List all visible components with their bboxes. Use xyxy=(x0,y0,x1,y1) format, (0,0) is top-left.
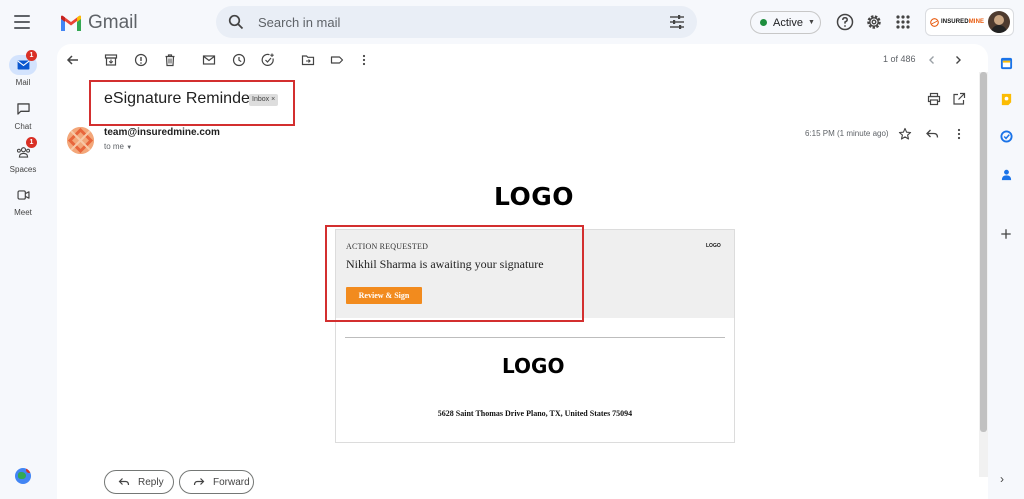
add-task-icon[interactable] xyxy=(261,53,275,67)
settings-gear-icon[interactable] xyxy=(865,13,883,31)
more-vertical-icon[interactable] xyxy=(357,53,371,67)
nav-label-chat: Chat xyxy=(14,122,32,131)
nav-label-meet: Meet xyxy=(14,208,32,217)
apps-grid-icon[interactable] xyxy=(894,13,912,31)
search-input[interactable] xyxy=(258,14,638,30)
gmail-logo[interactable]: Gmail xyxy=(60,12,138,34)
tasks-icon xyxy=(999,129,1013,143)
reply-icon[interactable] xyxy=(925,127,939,141)
sender-email[interactable]: team@insuredmine.com xyxy=(104,127,220,138)
brand-logo-icon xyxy=(930,17,939,27)
mark-unread-icon[interactable] xyxy=(202,53,216,67)
reply-label: Reply xyxy=(138,476,164,488)
calendar-addon[interactable] xyxy=(994,51,1018,75)
nav-label-mail: Mail xyxy=(15,78,31,87)
snooze-clock-icon[interactable] xyxy=(232,53,246,67)
app-name: Gmail xyxy=(88,12,138,33)
action-highlight-box xyxy=(325,225,584,322)
company-address: 5628 Saint Thomas Drive Plano, TX, Unite… xyxy=(437,409,633,418)
status-dot xyxy=(760,19,767,26)
forward-label: Forward xyxy=(213,476,250,488)
subject-highlight-box xyxy=(89,80,295,126)
help-icon[interactable] xyxy=(836,13,854,31)
delete-trash-icon[interactable] xyxy=(163,53,177,67)
message-panel: 1 of 486 eSignature Reminder Inbox × tea… xyxy=(57,44,988,499)
star-icon[interactable] xyxy=(898,127,912,141)
card-mini-logo: LOGO xyxy=(706,243,721,249)
label-tag-icon[interactable] xyxy=(330,53,344,67)
get-addons-button[interactable] xyxy=(994,222,1018,246)
main-menu-icon[interactable] xyxy=(12,12,32,32)
chevron-left-icon[interactable] xyxy=(925,53,939,67)
message-more-vertical-icon[interactable] xyxy=(952,127,966,141)
calendar-icon xyxy=(1000,57,1012,69)
pagination-count: 1 of 486 xyxy=(883,54,916,64)
google-earth-icon[interactable] xyxy=(15,468,31,484)
mail-unread-badge: 1 xyxy=(26,50,37,61)
scrollbar-thumb[interactable] xyxy=(980,72,987,432)
open-in-new-window-icon[interactable] xyxy=(952,92,966,106)
mail-icon xyxy=(17,60,29,70)
account-avatar[interactable] xyxy=(988,11,1010,33)
email-footer-logo: LOGO xyxy=(502,354,565,378)
video-camera-icon xyxy=(16,190,30,200)
move-to-folder-icon[interactable] xyxy=(301,53,315,67)
message-timestamp: 6:15 PM (1 minute ago) xyxy=(805,129,889,138)
contacts-icon xyxy=(1001,169,1011,180)
top-bar: Gmail Active ▼ xyxy=(0,0,1024,44)
keep-addon[interactable] xyxy=(994,87,1018,111)
sender-avatar[interactable] xyxy=(67,127,94,154)
expand-side-panel-icon[interactable]: › xyxy=(1000,472,1004,486)
report-spam-icon[interactable] xyxy=(134,53,148,67)
forward-button[interactable]: Forward xyxy=(179,470,254,494)
forward-arrow-icon xyxy=(193,478,205,486)
contacts-addon[interactable] xyxy=(994,162,1018,186)
nav-label-spaces: Spaces xyxy=(9,165,37,174)
print-icon[interactable] xyxy=(927,92,941,106)
search-icon[interactable] xyxy=(228,14,244,30)
plus-icon xyxy=(1001,229,1011,239)
nav-item-mail[interactable]: 1 Mail xyxy=(0,50,46,87)
recipient-details[interactable]: to me ▼ xyxy=(104,142,132,151)
gmail-m-icon xyxy=(61,15,81,31)
message-scrollbar[interactable] xyxy=(979,72,988,477)
reply-button[interactable]: Reply xyxy=(104,470,174,494)
archive-icon[interactable] xyxy=(104,53,118,67)
nav-pill-mail: 1 xyxy=(9,50,37,75)
status-label: Active xyxy=(773,16,803,29)
spaces-icon xyxy=(16,146,30,158)
card-divider xyxy=(345,337,725,338)
spaces-unread-badge: 1 xyxy=(26,137,37,148)
nav-item-spaces[interactable]: 1 Spaces xyxy=(0,137,46,174)
chat-icon xyxy=(16,103,30,115)
nav-rail: 1 Mail Chat 1 Spaces Meet xyxy=(0,44,46,499)
search-options-icon[interactable] xyxy=(669,14,685,30)
search-bar[interactable] xyxy=(216,6,697,38)
chevron-right-icon[interactable] xyxy=(951,53,965,67)
status-dropdown[interactable]: Active ▼ xyxy=(750,11,821,34)
sender-avatar-pattern xyxy=(67,127,94,154)
nav-pill-spaces: 1 xyxy=(9,137,37,162)
chevron-down-icon: ▼ xyxy=(807,19,815,26)
brand-name: INSUREDMINE xyxy=(941,19,985,25)
reply-arrow-icon xyxy=(118,478,130,486)
keep-notes-icon xyxy=(1001,93,1011,105)
nav-pill-meet xyxy=(9,185,37,205)
tasks-addon[interactable] xyxy=(994,124,1018,148)
email-header-logo: LOGO xyxy=(494,182,575,211)
nav-item-meet[interactable]: Meet xyxy=(0,185,46,217)
nav-pill-chat xyxy=(9,99,37,119)
back-arrow-icon[interactable] xyxy=(66,53,80,67)
nav-item-chat[interactable]: Chat xyxy=(0,99,46,131)
